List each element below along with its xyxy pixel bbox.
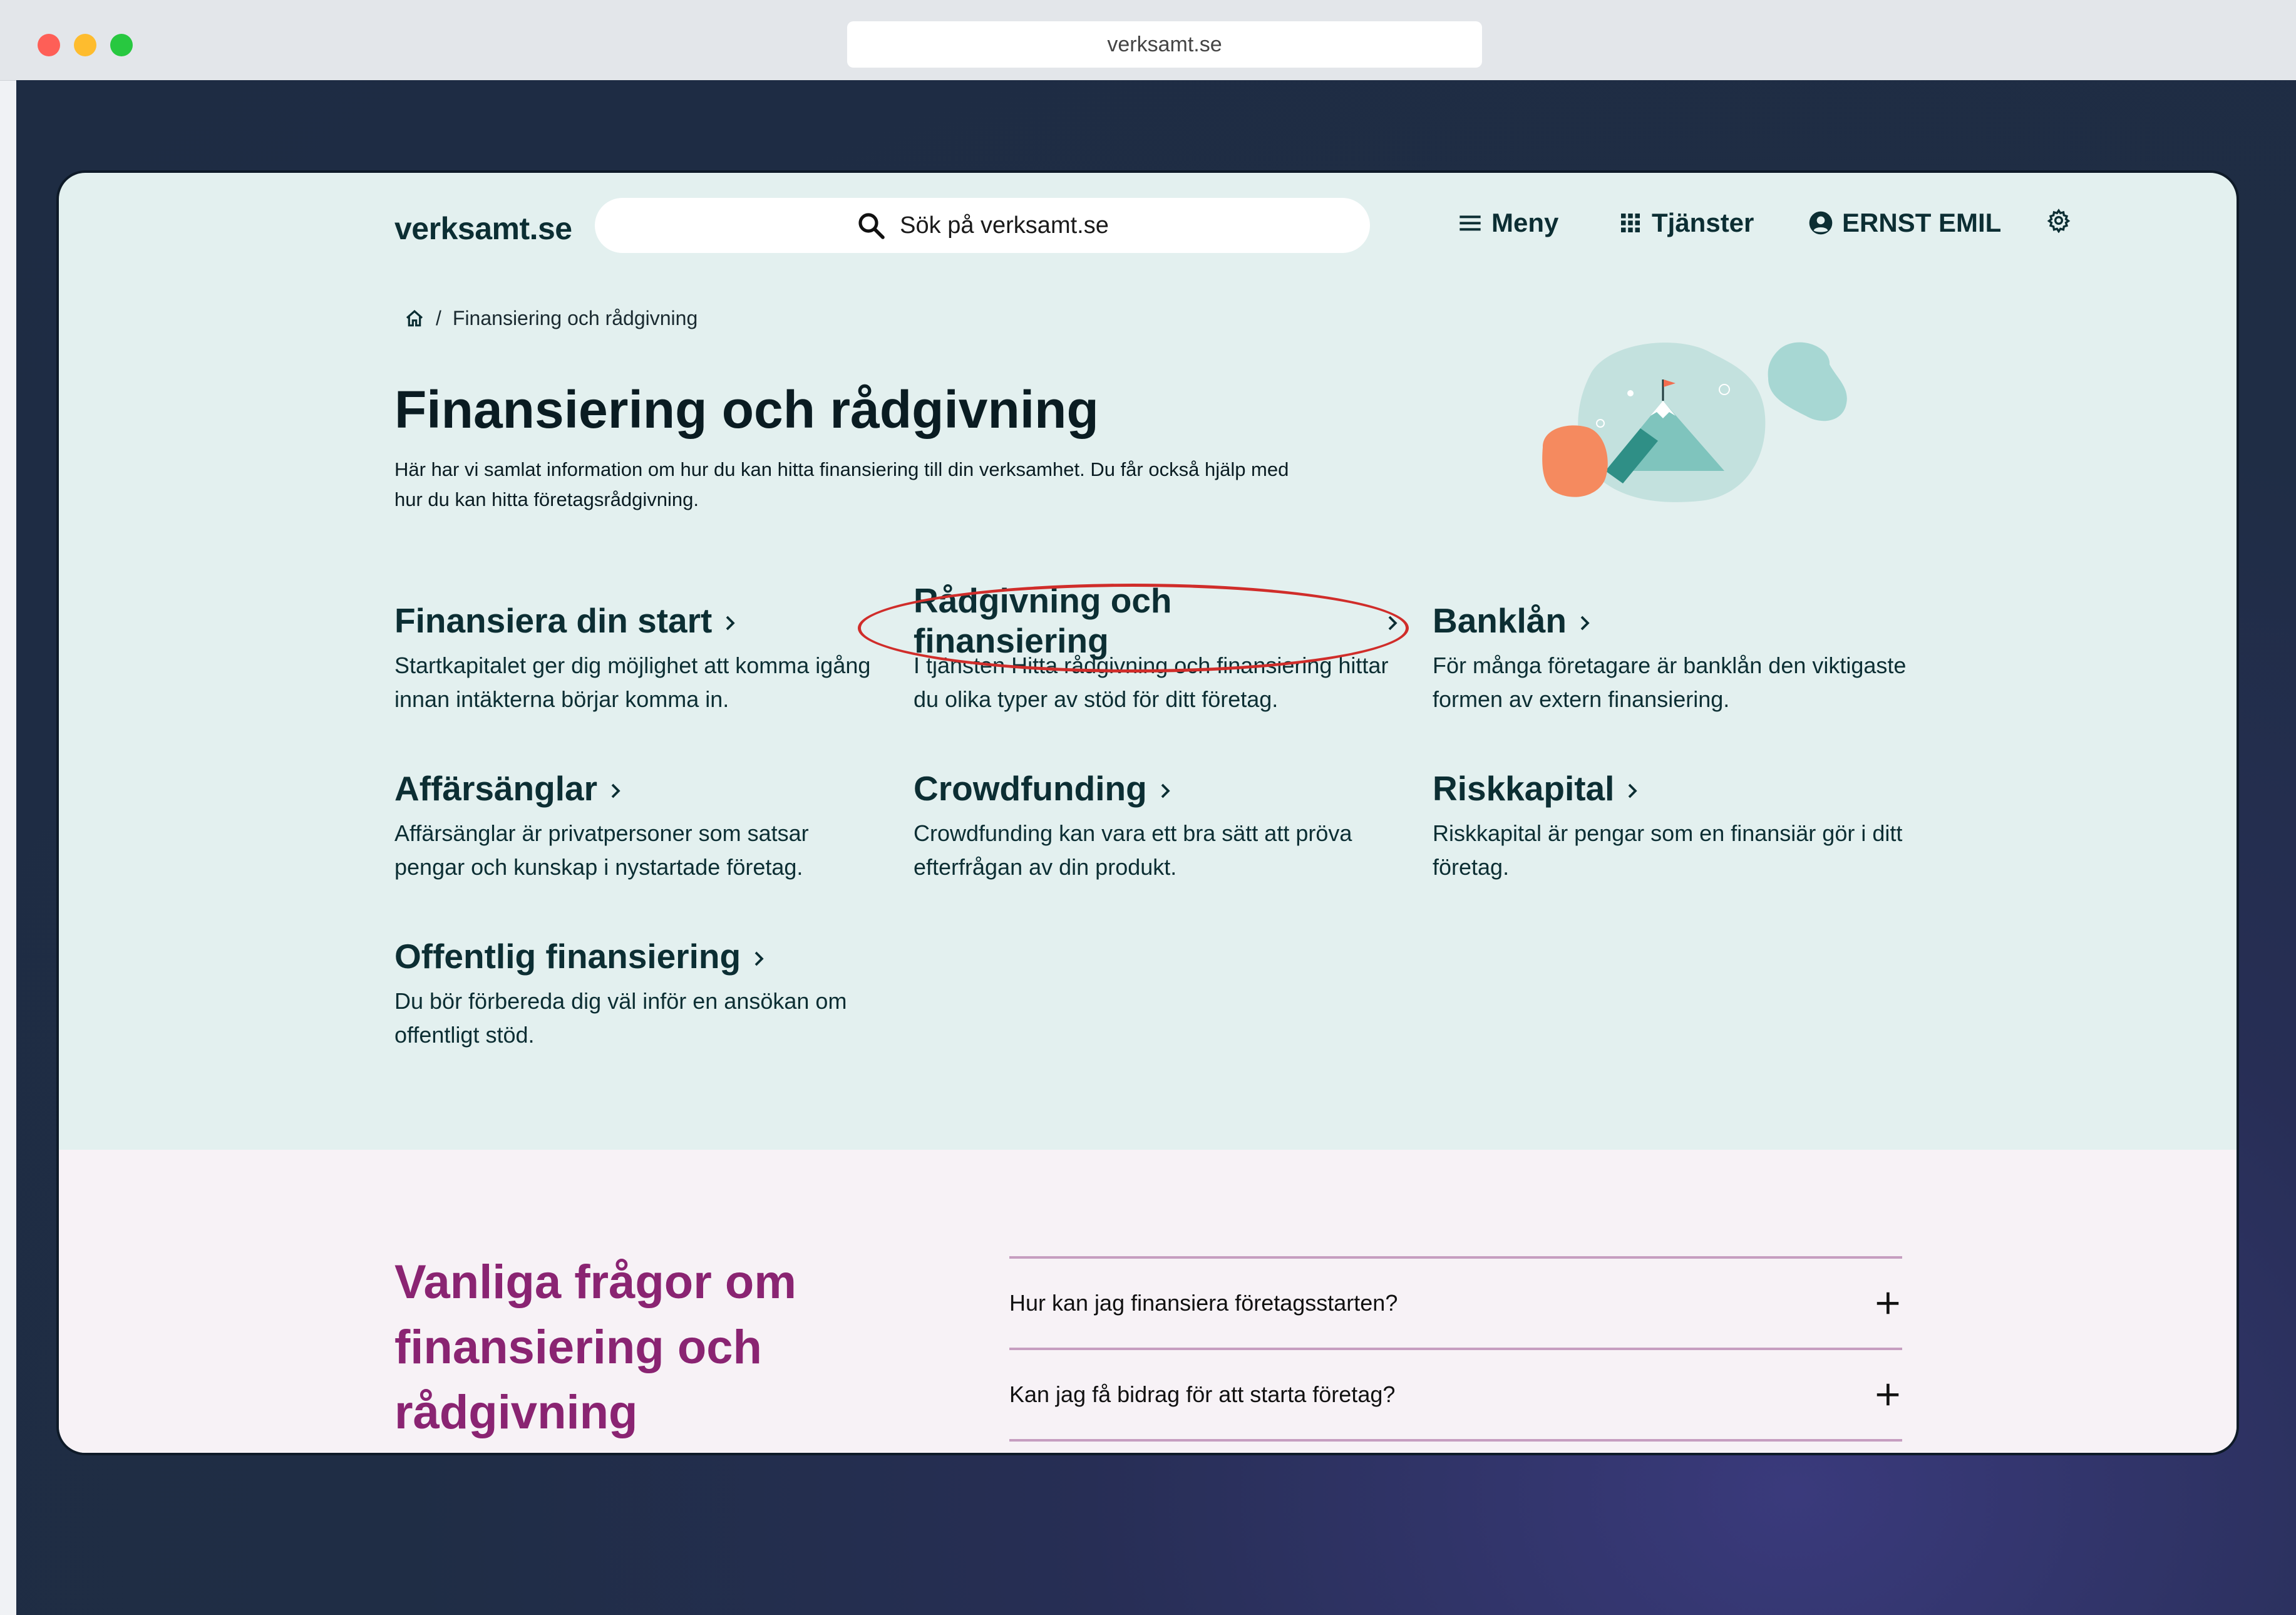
link-title[interactable]: Offentlig finansiering <box>394 934 883 978</box>
faq-item[interactable]: Hur kan jag finansiera företagsstarten? <box>1009 1259 1902 1348</box>
user-label: ERNST EMIL <box>1842 208 2002 237</box>
menu-label: Meny <box>1491 208 1559 237</box>
link-title-text[interactable]: Affärsänglar <box>394 768 597 808</box>
link-crowdfunding[interactable]: Crowdfunding Crowdfunding kan vara ett b… <box>914 766 1402 884</box>
link-banklan[interactable]: Banklån För många företagare är banklån … <box>1433 599 1921 716</box>
link-title[interactable]: Crowdfunding <box>914 766 1402 810</box>
menu-button[interactable]: Meny <box>1458 208 1558 238</box>
address-bar[interactable]: verksamt.se <box>847 21 1482 68</box>
link-title-text[interactable]: Crowdfunding <box>914 768 1147 808</box>
services-button[interactable]: Tjänster <box>1618 208 1754 238</box>
chevron-right-icon <box>611 783 620 798</box>
hamburger-icon <box>1459 215 1481 231</box>
page-title: Finansiering och rådgivning <box>394 380 1099 439</box>
chevron-right-icon <box>1629 783 1638 798</box>
faq-item[interactable]: Kan jag få bidrag för att starta företag… <box>1009 1350 1902 1439</box>
link-title-text[interactable]: Banklån <box>1433 601 1567 641</box>
link-description: Affärsänglar är privatpersoner som satsa… <box>394 820 809 880</box>
link-description: Du bör förbereda dig väl inför en ansöka… <box>394 988 847 1048</box>
services-label: Tjänster <box>1652 208 1754 237</box>
highlight-annotation <box>858 584 1409 673</box>
link-title[interactable]: Banklån <box>1433 599 1921 642</box>
site-window: verksamt.se Sök på verksamt.se Meny Tjän… <box>56 170 2239 1455</box>
link-title[interactable]: Finansiera din start <box>394 599 883 642</box>
faq-heading: Vanliga frågor om finansiering och rådgi… <box>394 1256 796 1439</box>
plus-icon[interactable] <box>1873 1380 1902 1409</box>
link-description: För många företagare är banklån den vikt… <box>1433 653 1907 712</box>
maximize-window-button[interactable] <box>110 34 133 56</box>
faq-question[interactable]: Kan jag få bidrag för att starta företag… <box>1009 1381 1395 1408</box>
user-account-button[interactable]: ERNST EMIL <box>1808 208 2001 238</box>
address-bar-url: verksamt.se <box>1107 32 1222 56</box>
link-affarsanglar[interactable]: Affärsänglar Affärsänglar är privatperso… <box>394 766 883 884</box>
chevron-right-icon <box>1161 783 1170 798</box>
search-input[interactable]: Sök på verksamt.se <box>595 198 1370 253</box>
search-icon <box>858 213 885 239</box>
faq-list: Hur kan jag finansiera företagsstarten? … <box>1009 1256 1902 1442</box>
faq-divider <box>1009 1439 1902 1442</box>
link-description: Riskkapital är pengar som en finansiär g… <box>1433 820 1903 880</box>
user-icon <box>1809 211 1833 235</box>
site-logo[interactable]: verksamt.se <box>394 210 572 247</box>
mountain-illustration <box>1542 342 1847 502</box>
site-header: verksamt.se Sök på verksamt.se Meny Tjän… <box>59 173 2237 286</box>
link-riskkapital[interactable]: Riskkapital Riskkapital är pengar som en… <box>1433 766 1921 884</box>
link-title-text[interactable]: Finansiera din start <box>394 601 712 641</box>
plus-icon[interactable] <box>1873 1289 1902 1318</box>
breadcrumb-separator: / <box>436 307 441 329</box>
faq-question[interactable]: Hur kan jag finansiera företagsstarten? <box>1009 1290 1398 1316</box>
page-intro: Här har vi samlat information om hur du … <box>394 458 1289 510</box>
gear-icon <box>2047 209 2071 233</box>
chevron-right-icon <box>726 616 736 631</box>
breadcrumb: / Finansiering och rådgivning <box>404 307 698 330</box>
link-title[interactable]: Riskkapital <box>1433 766 1921 810</box>
breadcrumb-current: Finansiering och rådgivning <box>452 307 698 329</box>
browser-titlebar: verksamt.se <box>0 0 2296 81</box>
settings-button[interactable] <box>2046 208 2071 233</box>
link-title[interactable]: Affärsänglar <box>394 766 883 810</box>
link-title-text[interactable]: Riskkapital <box>1433 768 1614 808</box>
link-title-text[interactable]: Offentlig finansiering <box>394 936 741 976</box>
grid-icon <box>1621 214 1640 232</box>
chevron-right-icon <box>1580 616 1590 631</box>
link-description: Startkapitalet ger dig möjlighet att kom… <box>394 653 871 712</box>
chevron-right-icon <box>754 951 764 966</box>
search-placeholder: Sök på verksamt.se <box>900 212 1109 239</box>
link-finansiera-din-start[interactable]: Finansiera din start Startkapitalet ger … <box>394 599 883 716</box>
home-icon[interactable] <box>404 309 425 329</box>
minimize-window-button[interactable] <box>74 34 96 56</box>
link-description: Crowdfunding kan vara ett bra sätt att p… <box>914 820 1352 880</box>
close-window-button[interactable] <box>38 34 60 56</box>
link-offentlig-finansiering[interactable]: Offentlig finansiering Du bör förbereda … <box>394 934 883 1052</box>
